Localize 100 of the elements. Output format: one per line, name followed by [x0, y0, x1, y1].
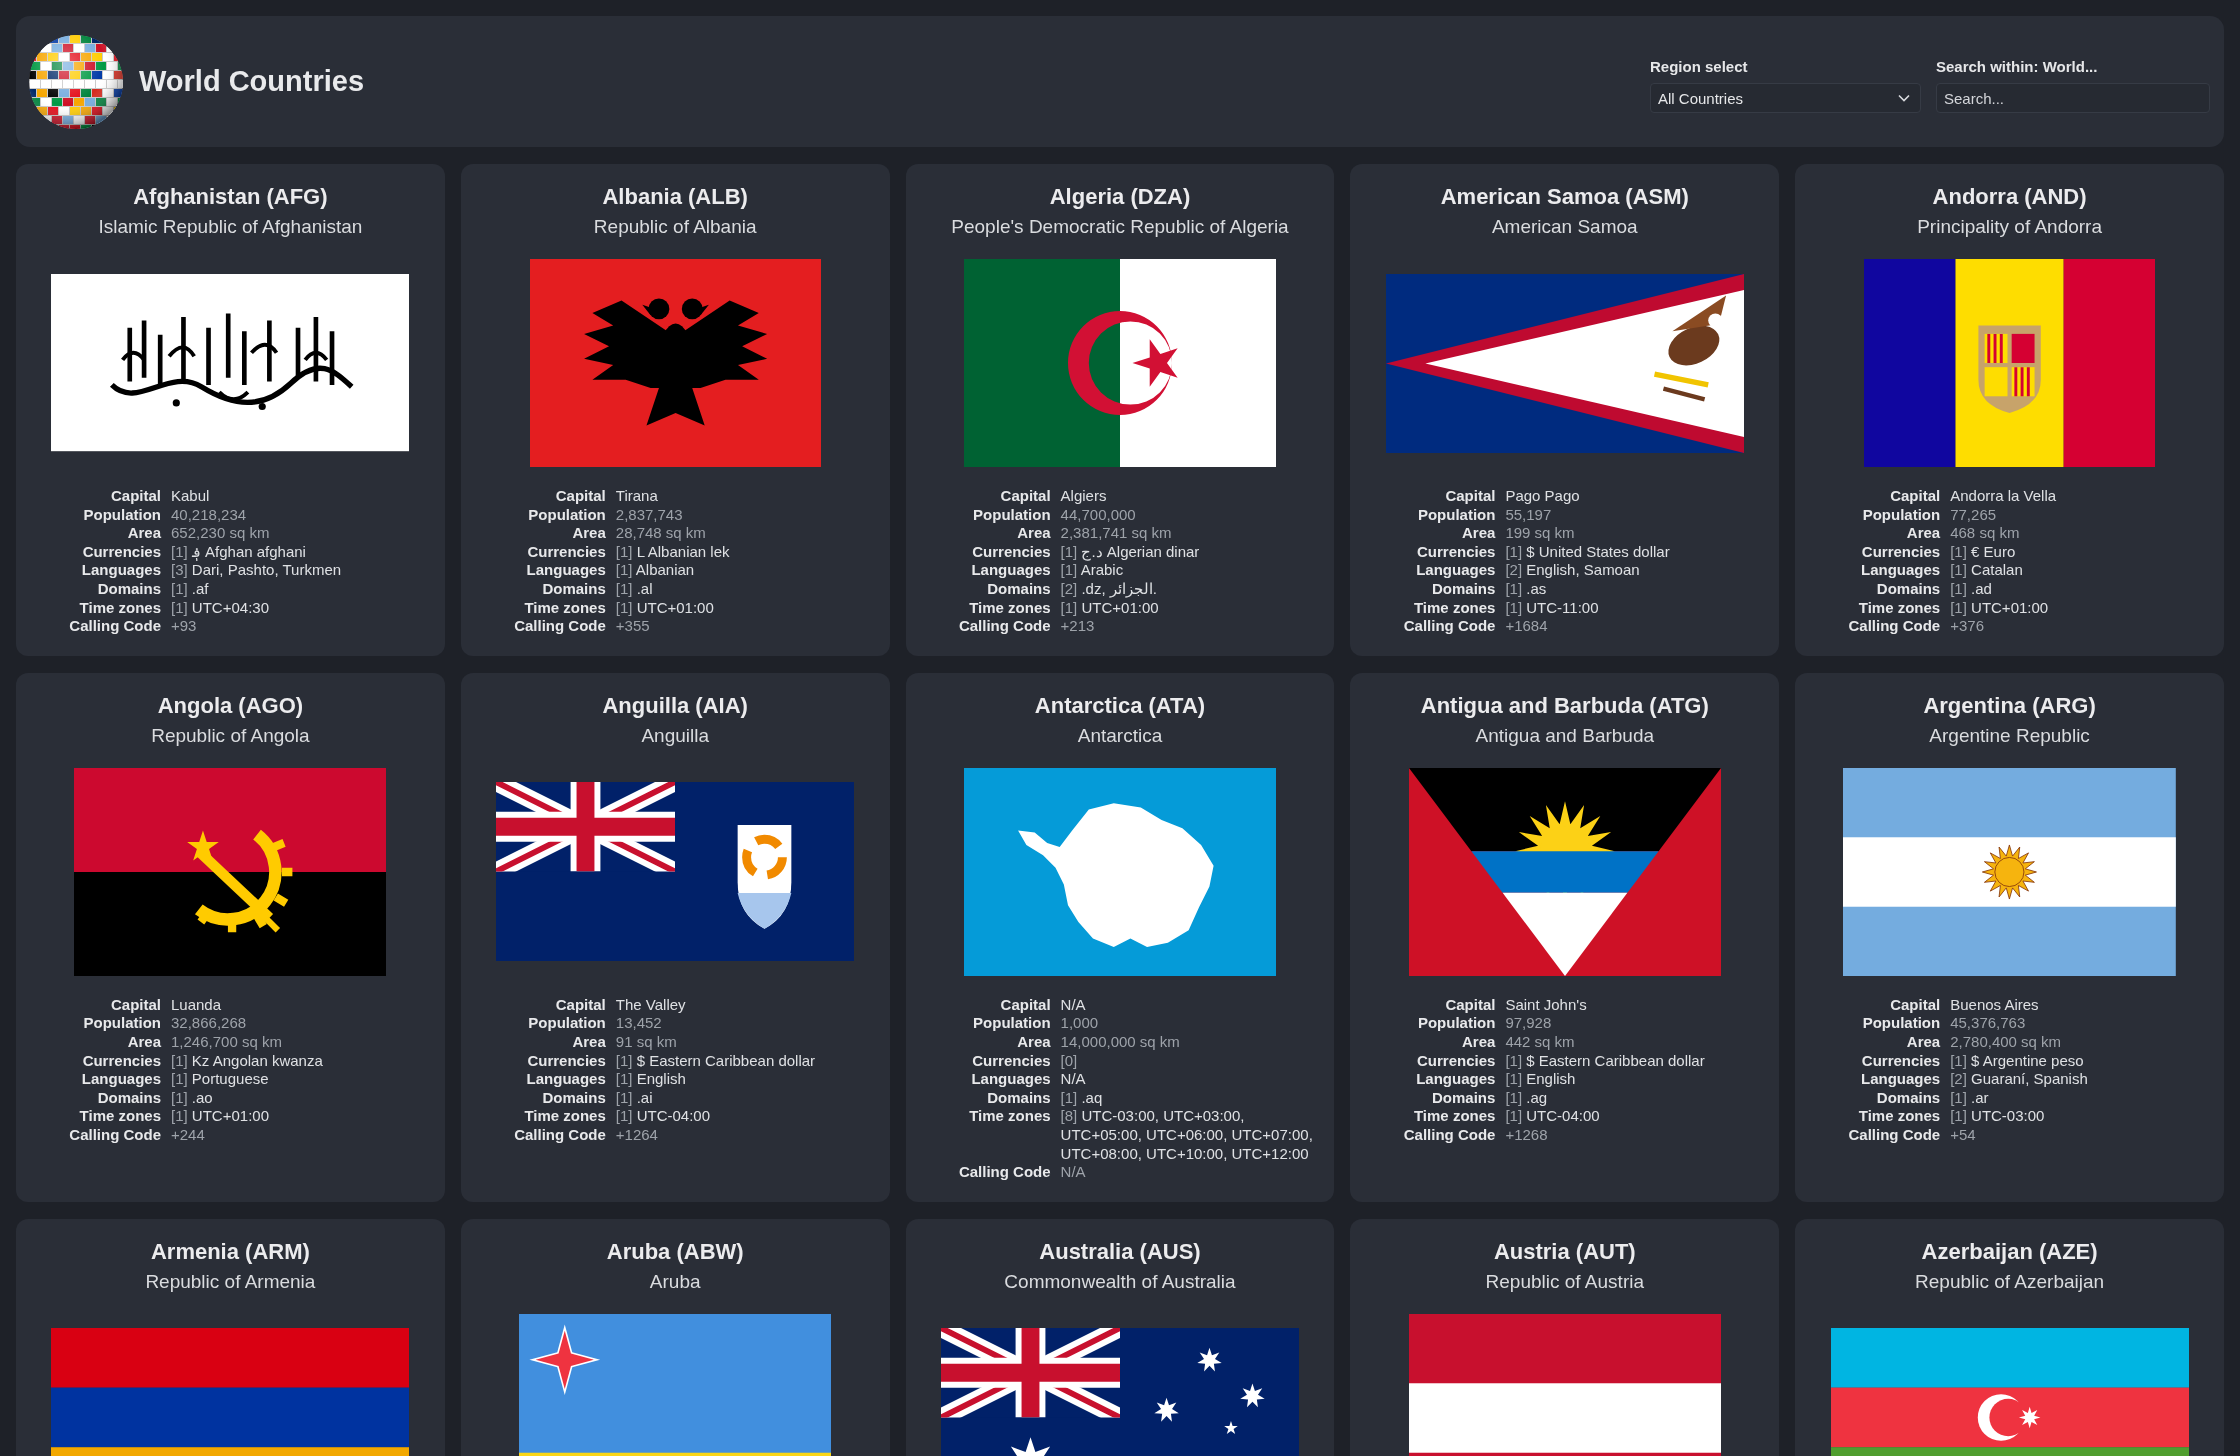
search-field[interactable]: Search...: [1936, 83, 2210, 113]
detail-label: Languages: [970, 561, 1051, 580]
detail-value: +93: [171, 617, 198, 636]
detail-label: Time zones: [523, 1107, 606, 1126]
official-name: Anguilla: [641, 723, 709, 748]
detail-label: Calling Code: [513, 1125, 606, 1145]
detail-label: Currencies: [971, 1051, 1051, 1071]
detail-value: 199 sq km: [1505, 524, 1576, 543]
chevron-down-icon: [1898, 94, 1910, 102]
detail-label: Area: [1016, 1032, 1051, 1052]
detail-label: Population: [972, 1014, 1051, 1033]
official-name: People's Democratic Republic of Algeria: [951, 215, 1289, 239]
detail-value: 468 sq km: [1950, 524, 2021, 543]
detail-value: N/A: [1060, 995, 1087, 1015]
detail-value: [2] Guaraní, Spanish: [1950, 1070, 2089, 1089]
detail-label: Languages: [970, 1070, 1051, 1089]
detail-value: [1] UTC-11:00: [1505, 598, 1600, 618]
detail-label: Languages: [1415, 1070, 1496, 1089]
country-name: American Samoa (ASM): [1440, 184, 1689, 210]
detail-label: Languages: [1860, 561, 1941, 580]
detail-label: Currencies: [526, 542, 606, 562]
detail-label: Population: [1416, 505, 1496, 525]
detail-value: 91 sq km: [615, 1032, 678, 1052]
official-name: Republic of Austria: [1485, 1269, 1644, 1294]
detail-label: Calling Code: [957, 1163, 1051, 1182]
detail-value: [1] € Euro: [1950, 542, 2017, 562]
detail-label: Currencies: [1860, 1051, 1941, 1071]
detail-label: Domains: [96, 579, 161, 599]
country-name: Andorra (AND): [1932, 184, 2087, 210]
detail-value: [1] .ag: [1505, 1088, 1549, 1108]
detail-label: Capital: [999, 487, 1051, 506]
detail-label: Calling Code: [1402, 617, 1496, 636]
detail-label: Currencies: [81, 1051, 161, 1071]
detail-label: Area: [571, 524, 606, 543]
detail-label: Calling Code: [957, 617, 1051, 636]
detail-label: Area: [571, 1032, 606, 1052]
detail-label: Capital: [554, 487, 606, 506]
detail-value: [1] $ United States dollar: [1505, 542, 1671, 562]
detail-value: [1] Kz Angolan kwanza: [171, 1051, 324, 1071]
detail-label: Capital: [110, 487, 161, 506]
detail-label: Languages: [80, 1070, 161, 1089]
detail-label: Area: [1461, 524, 1496, 543]
detail-value: [1] .as: [1505, 579, 1548, 599]
detail-label: Currencies: [81, 542, 161, 562]
detail-value: Tirana: [615, 487, 659, 506]
detail-label: Domains: [1431, 579, 1496, 599]
detail-value: [0]: [1060, 1051, 1079, 1071]
detail-label: Languages: [525, 561, 606, 580]
region-select[interactable]: All Countries: [1650, 83, 1921, 113]
detail-label: Population: [972, 505, 1051, 525]
search-label: Search within: World...: [1936, 58, 2099, 75]
detail-value: Kabul: [171, 487, 211, 506]
detail-value: +376: [1950, 617, 1985, 636]
detail-value: 45,376,763: [1950, 1014, 2027, 1033]
detail-value: 2,780,400 sq km: [1950, 1032, 2063, 1052]
detail-label: Time zones: [78, 598, 161, 618]
detail-value: 55,197: [1505, 505, 1553, 525]
region-select-label: Region select: [1650, 58, 1749, 75]
detail-value: 97,928: [1505, 1014, 1553, 1033]
detail-value: 28,748 sq km: [615, 524, 707, 543]
detail-value: [1] L Albanian lek: [615, 542, 731, 562]
official-name: American Samoa: [1491, 215, 1638, 239]
detail-label: Currencies: [1416, 1051, 1496, 1071]
official-name: Antigua and Barbuda: [1475, 723, 1655, 748]
detail-label: Time zones: [523, 598, 606, 618]
detail-value: Saint John's: [1505, 995, 1588, 1015]
country-name: Aruba (ABW): [606, 1238, 744, 1265]
detail-label: Area: [1905, 1032, 1941, 1052]
detail-value: 2,837,743: [615, 505, 684, 525]
detail-value: 1,246,700 sq km: [171, 1032, 283, 1052]
detail-value: N/A: [1060, 1070, 1087, 1089]
detail-value: 40,218,234: [171, 505, 248, 525]
official-name: Republic of Azerbaijan: [1915, 1269, 2105, 1294]
detail-label: Calling Code: [1847, 617, 1941, 636]
official-name: Islamic Republic of Afghanistan: [98, 215, 363, 239]
detail-label: Time zones: [1857, 598, 1941, 618]
detail-label: Population: [527, 1014, 606, 1033]
detail-value: +244: [171, 1125, 206, 1145]
official-name: Antarctica: [1077, 723, 1163, 748]
detail-label: Capital: [110, 995, 161, 1015]
detail-value: +1268: [1505, 1125, 1549, 1145]
detail-label: Capital: [554, 995, 606, 1015]
detail-label: Currencies: [971, 542, 1051, 562]
detail-label: Domains: [1431, 1088, 1496, 1108]
detail-label: Currencies: [1860, 542, 1941, 562]
detail-value: [1] Arabic: [1060, 561, 1125, 580]
detail-value: [1] UTC-03:00: [1950, 1107, 2046, 1126]
detail-value: +1684: [1505, 617, 1549, 636]
globe-icon: [29, 34, 123, 129]
official-name: Aruba: [649, 1269, 701, 1294]
official-name: Republic of Albania: [593, 215, 757, 239]
detail-value: [1] $ Eastern Caribbean dollar: [1505, 1051, 1706, 1071]
detail-label: Languages: [80, 561, 161, 580]
detail-label: Calling Code: [1847, 1125, 1941, 1145]
detail-value: [1] Catalan: [1950, 561, 2024, 580]
detail-label: Population: [1861, 1014, 1941, 1033]
detail-value: +355: [615, 617, 651, 636]
detail-value: [1] UTC+01:00: [171, 1107, 270, 1126]
country-name: Albania (ALB): [602, 184, 748, 210]
detail-value: [8] UTC-03:00, UTC+03:00, UTC+05:00, UTC+06:00, UTC+07:00, UTC+08:00, UTC+10:00, UTC+12:00: [1060, 1107, 1314, 1164]
